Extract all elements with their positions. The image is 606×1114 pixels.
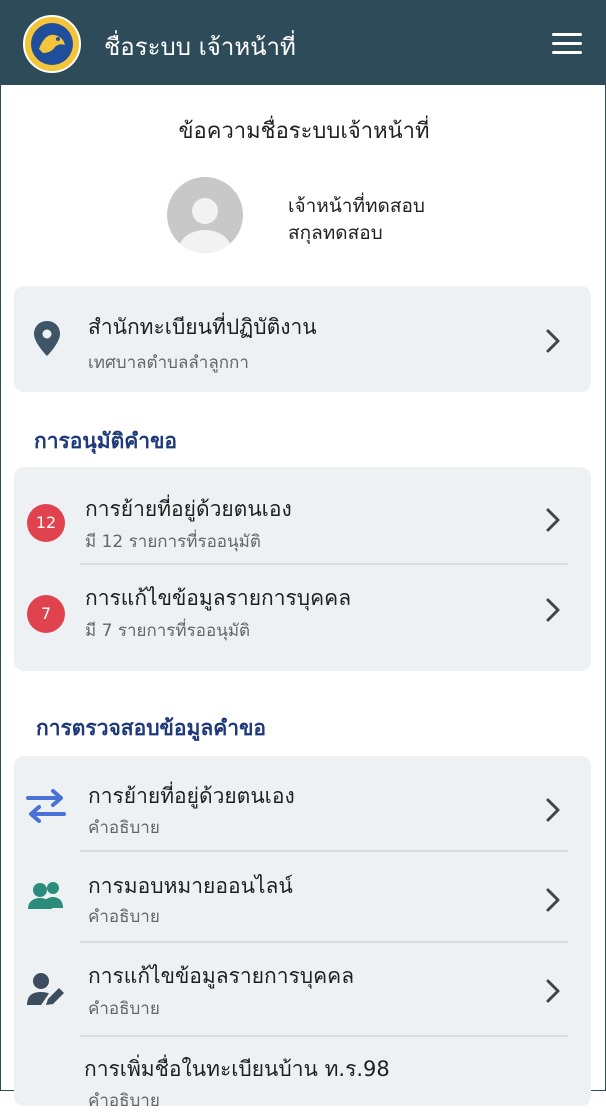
verification-card: การย้ายที่อยู่ด้วยตนเอง คำอธิบาย การมอบห… <box>14 756 591 1111</box>
verification-item-subtitle: คำอธิบาย <box>88 907 160 927</box>
user-surname: สกุลทดสอบ <box>288 222 383 244</box>
verification-item-online-delegation[interactable]: การมอบหมายออนไลน์ คำอธิบาย <box>14 852 591 941</box>
chevron-right-icon <box>543 507 563 533</box>
approval-item-edit-person[interactable]: 7 การแก้ไขข้อมูลรายการบุคคล มี 7 รายการท… <box>14 565 591 661</box>
verification-section-title: การตรวจสอบข้อมูลคำขอ <box>36 716 267 740</box>
verification-item-title: การเพิ่มชื่อในทะเบียนบ้าน ท.ร.98 <box>84 1057 390 1081</box>
verification-item-title: การแก้ไขข้อมูลรายการบุคคล <box>88 964 355 988</box>
person-edit-icon <box>24 970 68 1010</box>
verification-item-move-address[interactable]: การย้ายที่อยู่ด้วยตนเอง คำอธิบาย <box>14 756 591 850</box>
people-group-icon <box>24 878 68 918</box>
pending-count-badge: 7 <box>27 595 65 633</box>
chevron-right-icon <box>543 887 563 913</box>
verification-item-subtitle: คำอธิบาย <box>88 818 160 838</box>
chevron-right-icon <box>543 978 563 1004</box>
approval-item-subtitle: มี 7 รายการที่รออนุมัติ <box>85 621 251 641</box>
verification-item-title: การย้ายที่อยู่ด้วยตนเอง <box>88 784 295 808</box>
chevron-right-icon <box>543 328 563 354</box>
chevron-right-icon <box>543 797 563 823</box>
department-seal-logo <box>23 15 81 73</box>
app-header: ชื่อระบบ เจ้าหน้าที่ <box>1 1 606 85</box>
office-title: สำนักทะเบียนที่ปฏิบัติงาน <box>88 315 317 339</box>
system-greeting: ข้อความชื่อระบบเจ้าหน้าที่ <box>178 119 430 144</box>
verification-item-edit-person[interactable]: การแก้ไขข้อมูลรายการบุคคล คำอธิบาย <box>14 943 591 1035</box>
approval-item-title: การย้ายที่อยู่ด้วยตนเอง <box>85 497 292 521</box>
hamburger-menu-icon[interactable] <box>552 31 584 57</box>
app-title: ชื่อระบบ เจ้าหน้าที่ <box>104 33 296 61</box>
verification-item-add-name-household[interactable]: การเพิ่มชื่อในทะเบียนบ้าน ท.ร.98 คำอธิบา… <box>14 1037 591 1111</box>
user-name: เจ้าหน้าที่ทดสอบ <box>288 195 425 217</box>
approval-card: 12 การย้ายที่อยู่ด้วยตนเอง มี 12 รายการท… <box>14 467 591 671</box>
avatar-icon[interactable] <box>167 177 243 253</box>
approval-item-subtitle: มี 12 รายการที่รออนุมัติ <box>85 532 261 552</box>
swap-arrows-icon <box>24 787 68 827</box>
location-pin-icon <box>32 320 64 360</box>
office-card[interactable]: สำนักทะเบียนที่ปฏิบัติงาน เทศบาลตำบลลำลู… <box>14 286 591 392</box>
approval-item-move-address[interactable]: 12 การย้ายที่อยู่ด้วยตนเอง มี 12 รายการท… <box>14 467 591 564</box>
chevron-right-icon <box>543 597 563 623</box>
verification-item-subtitle: คำอธิบาย <box>88 1091 160 1111</box>
verification-item-title: การมอบหมายออนไลน์ <box>88 874 293 898</box>
approval-section-title: การอนุมัติคำขอ <box>34 429 178 453</box>
approval-item-title: การแก้ไขข้อมูลรายการบุคคล <box>85 586 352 610</box>
pending-count-badge: 12 <box>27 504 65 542</box>
verification-item-subtitle: คำอธิบาย <box>88 999 160 1019</box>
office-value: เทศบาลตำบลลำลูกกา <box>88 353 249 373</box>
